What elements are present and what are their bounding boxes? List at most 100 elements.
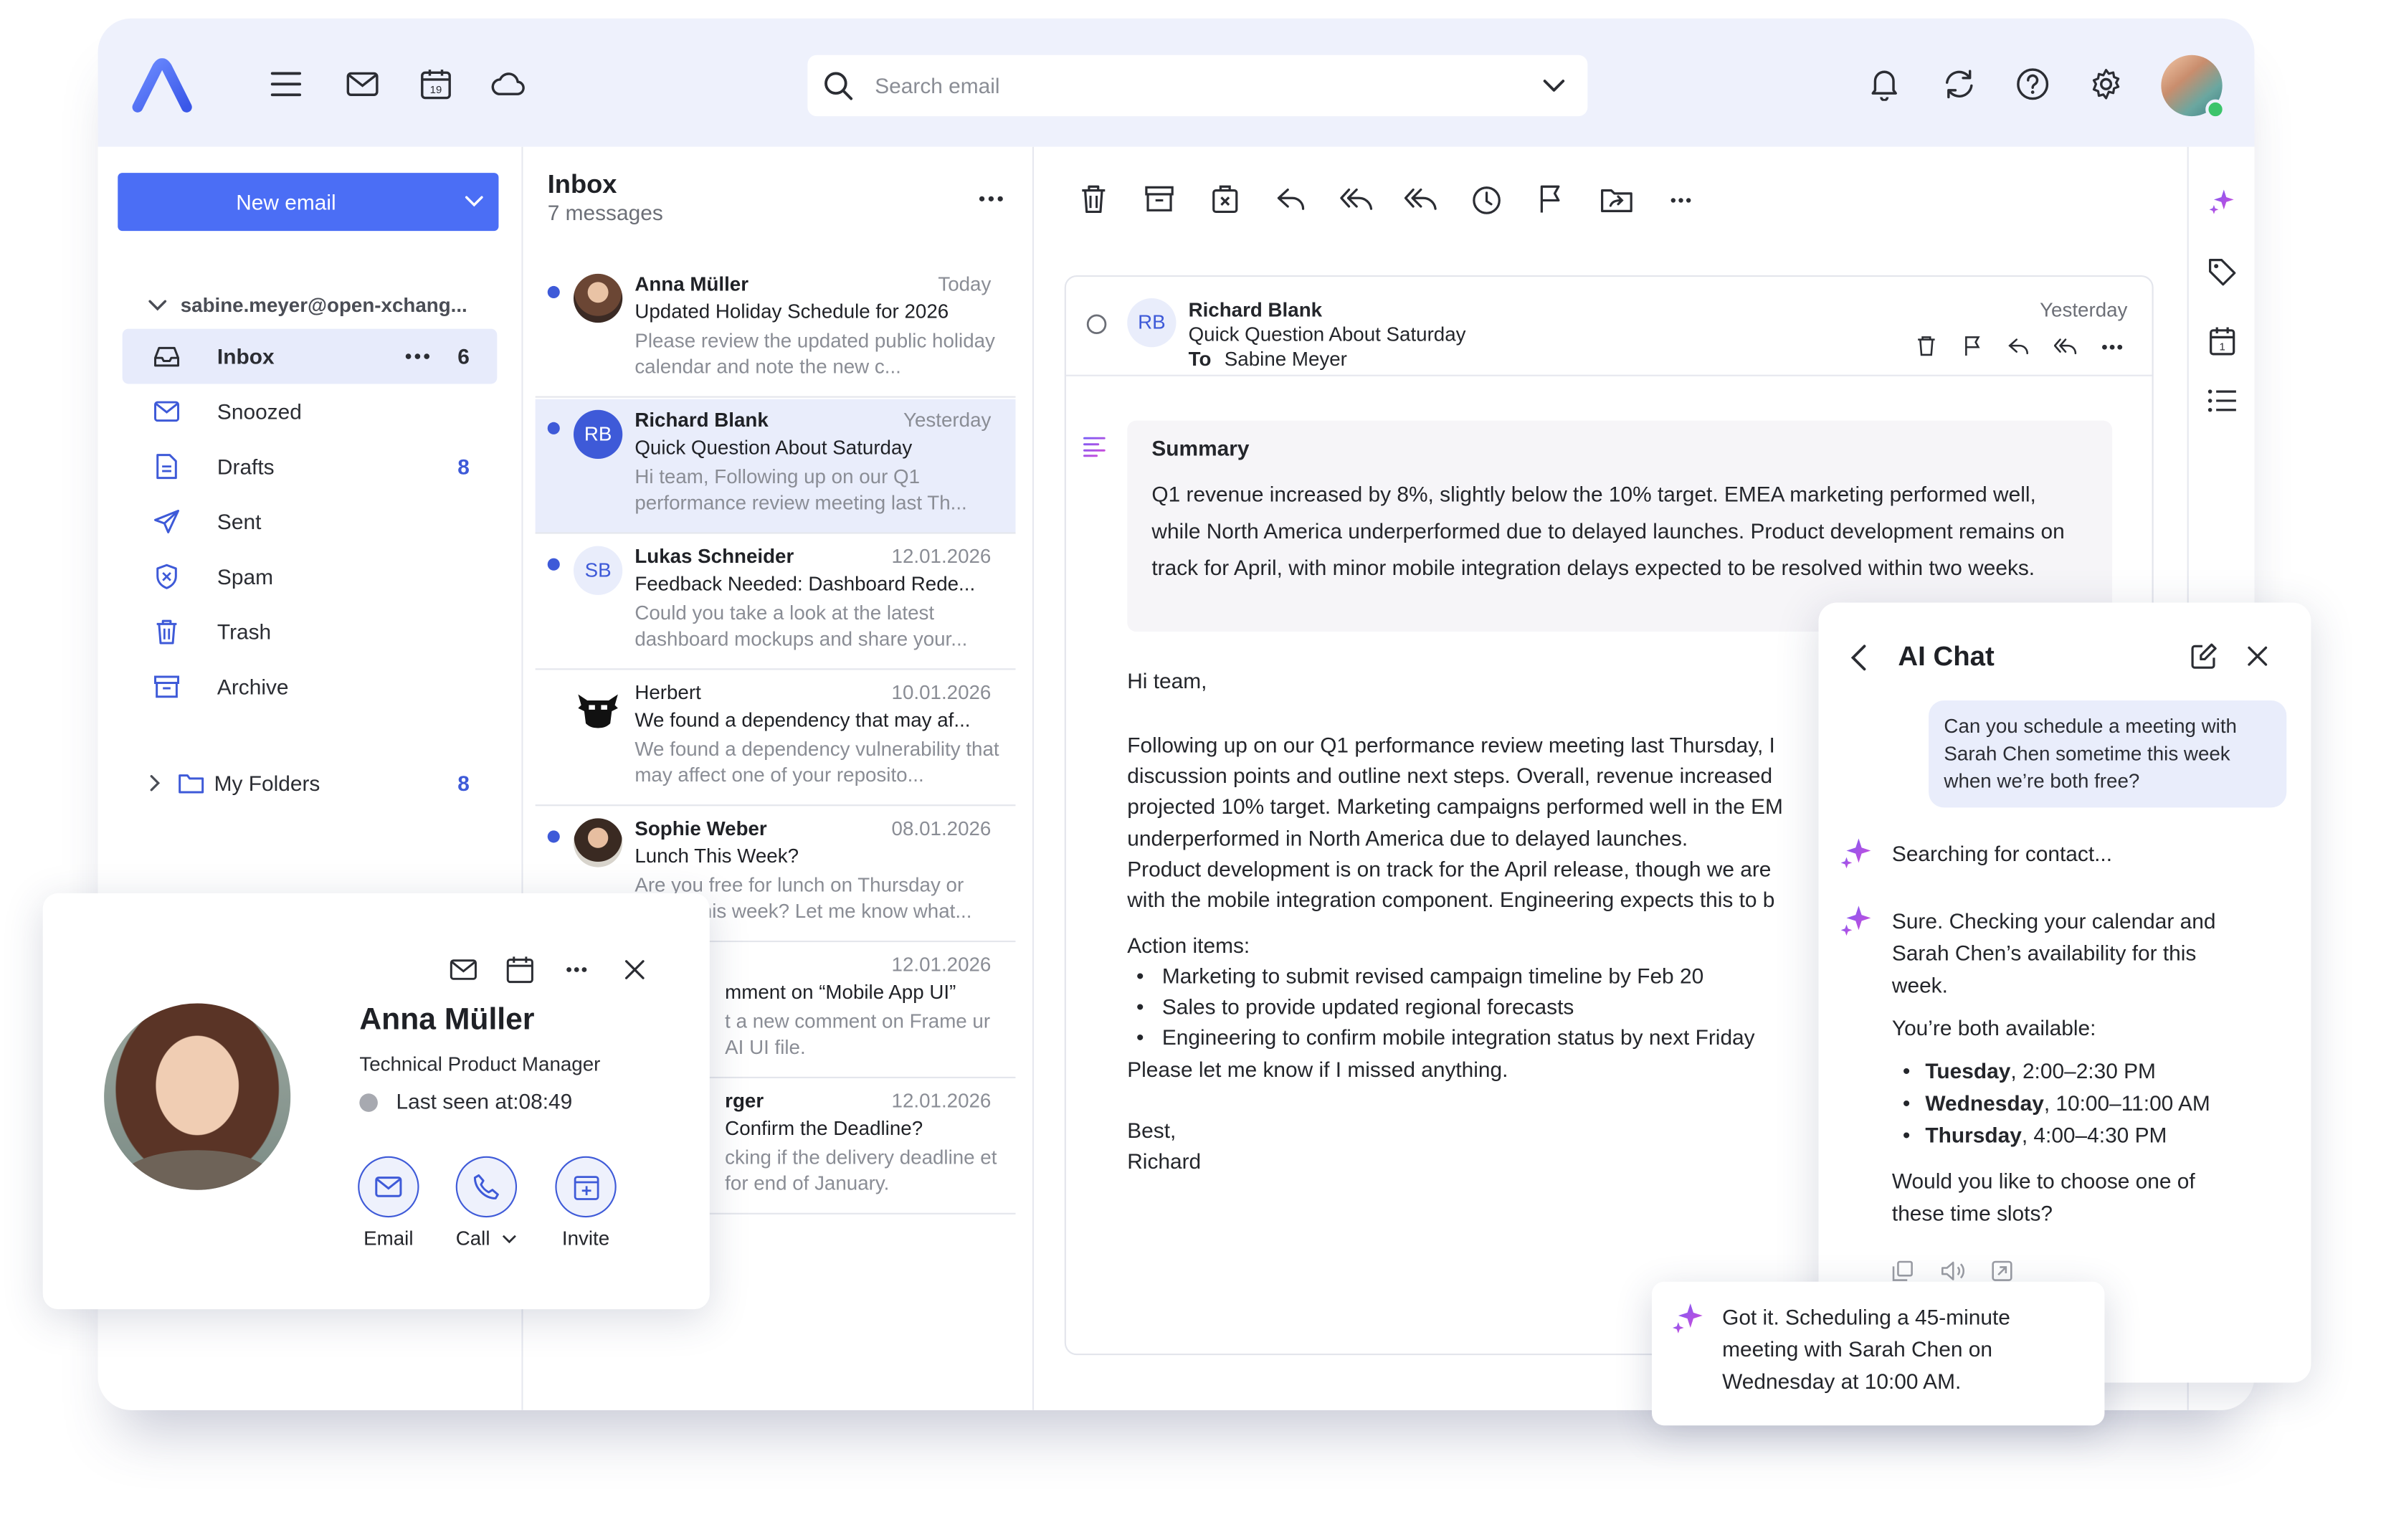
message-date: Today [938, 272, 992, 295]
more-icon[interactable] [566, 966, 587, 973]
forward-icon[interactable] [1404, 186, 1437, 211]
send-icon [153, 509, 180, 533]
avatar [573, 273, 623, 323]
search-input[interactable] [875, 54, 1518, 117]
invite-action-button[interactable] [555, 1156, 617, 1218]
unread-count: 8 [457, 454, 470, 479]
trash-icon[interactable] [1080, 184, 1107, 214]
share-icon[interactable] [1992, 1260, 2013, 1282]
account-name[interactable]: sabine.meyer@open-xchang... [181, 294, 467, 317]
sidebar-item-my-folders[interactable]: My Folders 8 [123, 756, 498, 811]
list-item[interactable]: SB Lukas Schneider 12.01.2026 Feedback N… [535, 536, 1016, 670]
copy-icon[interactable] [1892, 1260, 1914, 1282]
archive-icon[interactable] [1144, 185, 1175, 212]
mail-icon[interactable] [346, 70, 379, 98]
more-icon[interactable] [1670, 197, 1692, 204]
sidebar-item-sent[interactable]: Sent [123, 494, 498, 549]
cloud-icon[interactable] [490, 70, 526, 98]
chevron-down-icon [502, 1232, 517, 1245]
calendar-icon[interactable] [506, 956, 533, 984]
list-item[interactable]: Herbert 10.01.2026 We found a dependency… [535, 672, 1016, 807]
chevron-down-icon[interactable] [1541, 77, 1566, 95]
sync-icon[interactable] [1942, 69, 1976, 100]
trash-icon[interactable] [1916, 335, 1936, 356]
slot-day: Tuesday [1925, 1058, 2011, 1083]
sidebar-item-archive[interactable]: Archive [123, 659, 498, 714]
contact-photo-shoulders [119, 1150, 275, 1190]
message-date: 12.01.2026 [891, 953, 992, 976]
message-subject: Quick Question About Saturday [634, 435, 913, 459]
gear-icon[interactable] [2089, 67, 2123, 101]
message-subject: Quick Question About Saturday [1188, 323, 1466, 346]
user-message-bubble: Can you schedule a meeting with Sarah Ch… [1929, 700, 2287, 808]
calendar-icon[interactable]: 1 [2208, 325, 2235, 356]
ai-sparkle-icon[interactable] [2208, 188, 2235, 215]
time-slot[interactable]: • Wednesday, 10:00–11:00 AM [1903, 1090, 2210, 1115]
chevron-down-icon[interactable] [147, 297, 168, 315]
sidebar-item-label: Sent [217, 509, 262, 534]
chevron-right-icon[interactable] [147, 774, 162, 792]
speaker-icon[interactable] [1941, 1260, 1965, 1282]
close-icon[interactable] [624, 959, 645, 981]
unread-count: 6 [457, 343, 470, 369]
phone-icon [472, 1173, 500, 1200]
sender-name[interactable]: Richard Blank [1189, 298, 1322, 321]
reply-all-icon[interactable] [1340, 186, 1374, 211]
snooze-icon [153, 399, 180, 424]
time-slot[interactable]: • Tuesday, 2:00–2:30 PM [1903, 1058, 2156, 1083]
signoff: Best, [1127, 1118, 1177, 1143]
unread-dot [547, 830, 560, 843]
sender-name: Richard Blank [634, 408, 769, 432]
sidebar-item-trash[interactable]: Trash [123, 604, 498, 660]
message-date: Yesterday [2040, 298, 2128, 321]
message-preview: t a new comment on Frame ur AI UI file. [725, 1009, 991, 1059]
sidebar-item-snoozed[interactable]: Snoozed [123, 384, 498, 439]
clock-icon[interactable] [1471, 185, 1502, 216]
email-action-button[interactable] [358, 1156, 419, 1218]
new-email-button[interactable]: New email [118, 173, 499, 232]
flag-icon[interactable] [1539, 184, 1563, 214]
reply-icon[interactable] [2008, 338, 2030, 355]
spam-icon[interactable] [1212, 184, 1239, 214]
slot-time: , 10:00–11:00 AM [2043, 1090, 2210, 1116]
flag-icon[interactable] [1964, 335, 1982, 356]
call-action-label[interactable]: Call [456, 1227, 516, 1250]
search-bar[interactable] [807, 54, 1588, 117]
list-item[interactable]: RB Richard Blank Yesterday Quick Questio… [535, 399, 1016, 534]
user-avatar[interactable] [2161, 54, 2225, 120]
list-item[interactable]: Anna Müller Today Updated Holiday Schedu… [535, 263, 1016, 398]
compose-icon[interactable] [2190, 642, 2218, 670]
time-slot[interactable]: • Thursday, 4:00–4:30 PM [1903, 1123, 2167, 1147]
sidebar-item-drafts[interactable]: Drafts 8 [123, 439, 498, 494]
select-circle[interactable] [1086, 313, 1108, 335]
more-icon[interactable] [2101, 344, 2123, 351]
more-icon[interactable] [979, 196, 1003, 202]
presence-dot [359, 1093, 378, 1112]
calendar-icon[interactable]: 19 [419, 67, 453, 101]
task-list-icon[interactable] [2207, 389, 2238, 413]
menu-icon[interactable] [269, 67, 303, 101]
reply-icon[interactable] [1275, 186, 1306, 211]
help-icon[interactable] [2016, 67, 2050, 101]
tag-icon[interactable] [2207, 257, 2238, 287]
sidebar-item-spam[interactable]: Spam [123, 549, 498, 604]
recipient-name[interactable]: Sabine Meyer [1225, 347, 1347, 370]
bell-icon[interactable] [1869, 67, 1900, 101]
unread-dot [547, 285, 560, 298]
close-icon[interactable] [2247, 645, 2268, 667]
back-icon[interactable] [1849, 644, 1868, 671]
app-logo[interactable] [131, 58, 192, 113]
sidebar-item-inbox[interactable]: Inbox 6 [122, 328, 498, 384]
call-action-button[interactable] [455, 1156, 518, 1218]
trash-icon [154, 618, 179, 645]
message-greeting: Hi team, [1127, 668, 1207, 693]
avatar: SB [573, 546, 623, 595]
reply-all-icon[interactable] [2054, 338, 2077, 355]
move-to-folder-icon[interactable] [1600, 186, 1633, 214]
mail-icon[interactable] [450, 959, 477, 981]
to-label: To [1188, 347, 1212, 371]
folder-icon [177, 771, 204, 795]
more-icon[interactable] [405, 353, 430, 360]
chevron-down-icon[interactable] [463, 193, 485, 211]
message-preview: Please review the updated public holiday… [634, 328, 995, 378]
